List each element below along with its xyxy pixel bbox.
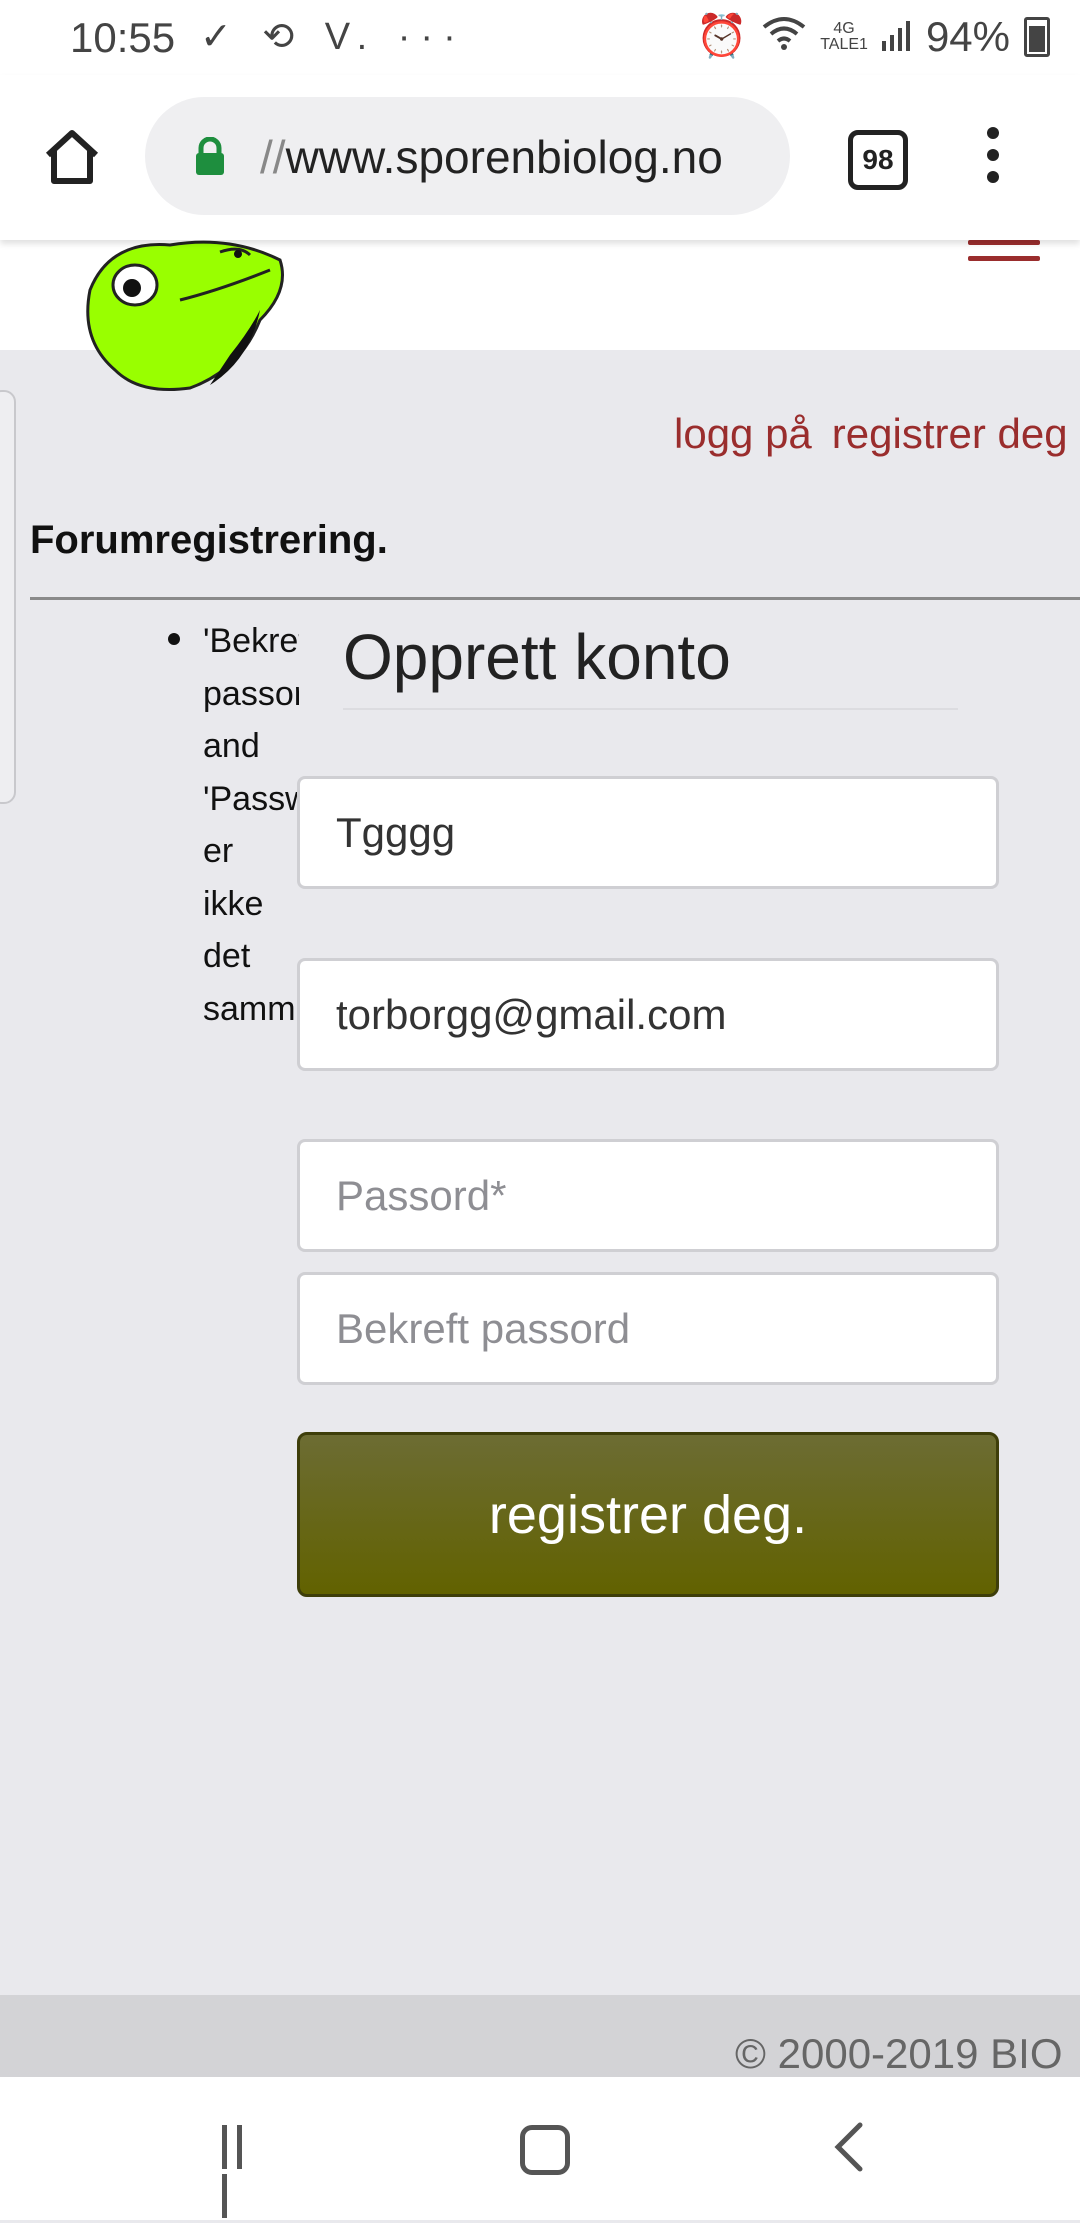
- alarm-icon: ⏰: [695, 12, 749, 59]
- hamburger-menu-icon[interactable]: [968, 240, 1040, 280]
- url-domain: www.sporenbiolog.no: [285, 131, 723, 183]
- network-indicator: 4G TALE1: [820, 19, 868, 53]
- system-nav-bar: [0, 2077, 1080, 2220]
- recent-apps-icon[interactable]: [222, 2125, 266, 2218]
- wifi-icon: [762, 13, 806, 61]
- status-time: 10:55: [70, 14, 176, 61]
- address-bar[interactable]: //www.sporenbiolog.no: [145, 97, 790, 215]
- frog-logo[interactable]: [80, 230, 290, 400]
- password-input[interactable]: [297, 1139, 999, 1252]
- network-type: 4G: [833, 19, 855, 37]
- login-link[interactable]: logg på: [674, 410, 812, 457]
- error-message: 'Bekreft passord' and 'Passw er ikke det…: [203, 622, 299, 1028]
- side-drawer-handle[interactable]: [0, 390, 16, 804]
- confirm-password-input[interactable]: [297, 1272, 999, 1385]
- signal-icon: [881, 13, 912, 61]
- battery-icon: [1024, 16, 1050, 57]
- browser-menu-icon[interactable]: [985, 127, 1001, 187]
- form-title: Opprett konto: [343, 621, 731, 693]
- url-text: //www.sporenbiolog.no: [260, 130, 723, 184]
- browser-toolbar: //www.sporenbiolog.no 98: [0, 75, 1080, 240]
- home-icon[interactable]: [40, 125, 104, 189]
- status-bar: 10:55 ✓ ⟲ V. ··· ⏰ 4G TALE1 94%: [0, 0, 1080, 75]
- status-right: ⏰ 4G TALE1 94%: [696, 12, 1050, 61]
- copyright-text: © 2000-2019 BIO: [735, 2030, 1063, 2077]
- page-title: Forumregistrering.: [30, 518, 388, 562]
- account-links: logg på registrer deg: [674, 410, 1080, 458]
- notification-icons: ✓ ⟲ V. ···: [200, 16, 466, 58]
- url-prefix: //: [260, 131, 286, 183]
- username-input[interactable]: [297, 776, 999, 889]
- register-button[interactable]: registrer deg.: [297, 1432, 999, 1597]
- carrier-label: TALE1: [820, 35, 868, 53]
- register-link[interactable]: registrer deg: [832, 410, 1068, 457]
- bullet-icon: [168, 633, 180, 645]
- email-input[interactable]: [297, 958, 999, 1071]
- battery-percent: 94%: [925, 12, 1010, 60]
- form-title-divider: [343, 708, 958, 710]
- tab-switcher-button[interactable]: 98: [848, 130, 908, 190]
- back-icon[interactable]: [830, 2121, 870, 2173]
- system-home-icon[interactable]: [520, 2125, 570, 2175]
- lock-icon: [196, 137, 224, 175]
- divider: [30, 597, 1080, 600]
